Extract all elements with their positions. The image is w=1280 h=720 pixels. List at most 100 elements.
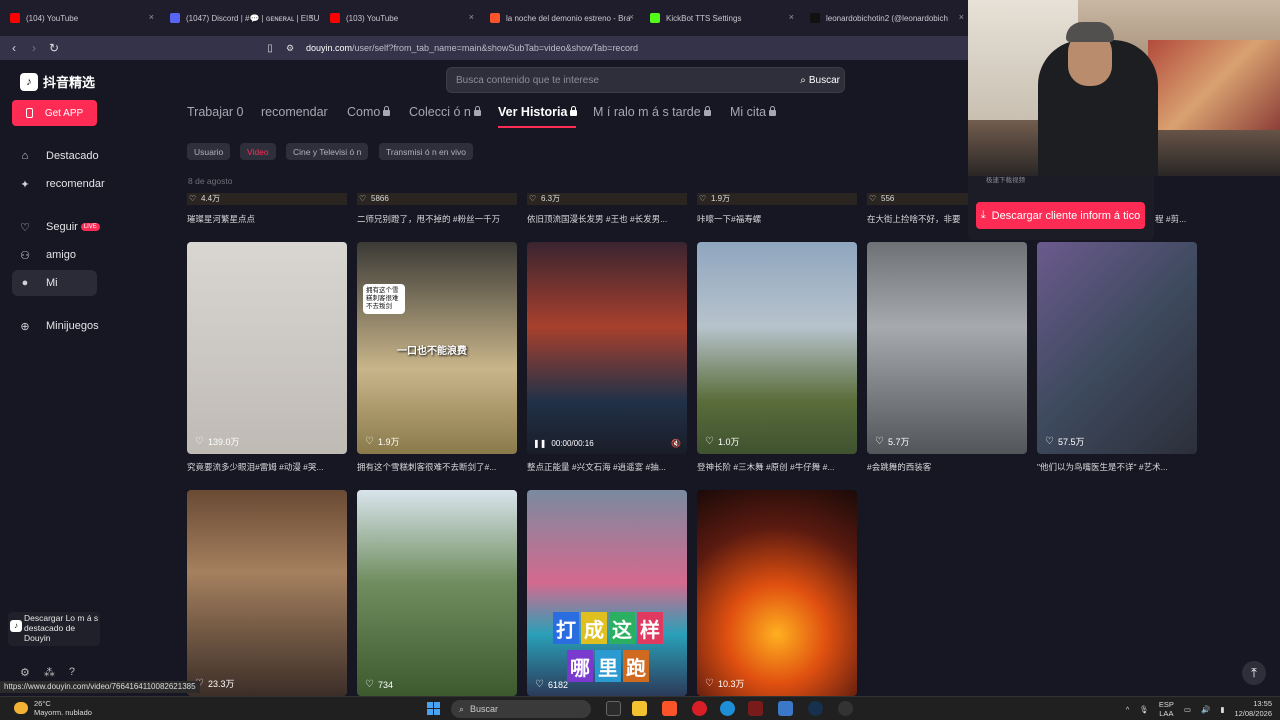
- video-caption[interactable]: #会跳舞的西装客: [867, 461, 1027, 473]
- video-card[interactable]: ♡23.3万: [187, 490, 347, 696]
- browser-tab[interactable]: la noche del demonio estreno - Bra ×: [480, 0, 640, 36]
- browser-tab[interactable]: (104) YouTube ×: [0, 0, 160, 36]
- mic-icon[interactable]: 🎙: [1139, 705, 1149, 714]
- back-to-top-button[interactable]: ⤒: [1242, 661, 1266, 685]
- video-caption[interactable]: 璀璨星河繁星点点: [187, 213, 347, 225]
- download-client-button[interactable]: ⤓ Descargar cliente inform á tico: [976, 202, 1145, 229]
- help-icon[interactable]: ?: [69, 666, 75, 679]
- browser-tab[interactable]: leonardobichotin2 (@leonardobich ×: [800, 0, 970, 36]
- battery-icon[interactable]: ▮: [1220, 705, 1224, 714]
- sidebar-item-seguir[interactable]: ♡ Seguir LIVE: [18, 215, 100, 239]
- video-caption[interactable]: 二师兄别蹬了，甩不掉的 #粉丝一千万: [357, 213, 517, 225]
- tab-close-icon[interactable]: ×: [629, 12, 634, 22]
- video-card-partial[interactable]: ♡ 4.4万: [187, 193, 347, 205]
- download-promo[interactable]: ♪ Descargar Lo m á s destacado de Douyin: [8, 612, 100, 646]
- edge-icon[interactable]: [720, 701, 735, 716]
- app-icon[interactable]: [748, 701, 763, 716]
- bookmark-icon[interactable]: ▯: [260, 38, 280, 58]
- back-icon[interactable]: ‹: [4, 38, 24, 58]
- video-caption[interactable]: "他们以为鸟嘴医生是不详" #艺术...: [1037, 461, 1197, 473]
- video-card[interactable]: ♡ 1.0万: [697, 242, 857, 454]
- tab-profile[interactable]: Como: [347, 105, 391, 119]
- heart-icon: ♡: [189, 194, 197, 203]
- reload-icon[interactable]: ↻: [44, 38, 64, 58]
- video-card-partial[interactable]: ♡ 6.3万: [527, 193, 687, 205]
- tab-profile[interactable]: recomendar: [261, 105, 328, 119]
- mute-icon[interactable]: 🔇: [671, 439, 681, 448]
- video-caption[interactable]: 登神长阶 #三木舞 #原创 #牛仔舞 #...: [697, 461, 857, 473]
- tab-close-icon[interactable]: ×: [789, 12, 794, 22]
- tab-profile[interactable]: Trabajar 0: [187, 105, 244, 119]
- taskbar-clock[interactable]: 13:55 12/08/2026: [1234, 699, 1272, 719]
- browser-tab[interactable]: (1047) Discord | #💬 | ɢᴇɴᴇʀᴀʟ | EISU ×: [160, 0, 320, 36]
- sidebar-item-mi[interactable]: ● Mi: [18, 271, 58, 295]
- douyin-logo[interactable]: ♪ 抖音精选: [20, 72, 95, 91]
- video-card[interactable]: ❚❚ 00:00/00:16 🔇: [527, 242, 687, 454]
- tab-profile[interactable]: Colecci ó n: [409, 105, 481, 119]
- video-caption[interactable]: 咔嚓一下#福寿螺: [697, 213, 857, 225]
- like-count: 139.0万: [207, 437, 240, 447]
- video-card[interactable]: ♡ 734: [357, 490, 517, 696]
- video-card-partial[interactable]: ♡ 5866: [357, 193, 517, 205]
- tray-chevron-icon[interactable]: ^: [1126, 705, 1130, 714]
- video-card[interactable]: ♡ 5.7万: [867, 242, 1027, 454]
- pause-icon[interactable]: ❚❚: [533, 439, 546, 448]
- tab-profile[interactable]: Mi cita: [730, 105, 777, 119]
- video-caption[interactable]: 究竟要流多少眼泪#雷姆 #动漫 #哭...: [187, 461, 347, 473]
- sub-tab-chip[interactable]: Video: [240, 143, 276, 160]
- tab-profile[interactable]: Ver Historia: [498, 105, 578, 119]
- steam-icon[interactable]: [808, 701, 823, 716]
- video-card[interactable]: ♡ 139.0万: [187, 242, 347, 454]
- browser-tab[interactable]: (103) YouTube ×: [320, 0, 480, 36]
- settings-icon[interactable]: ⚙: [20, 666, 30, 679]
- tab-close-icon[interactable]: ×: [469, 12, 474, 22]
- sidebar-item-minijuegos[interactable]: ⊕ Minijuegos: [18, 314, 98, 338]
- sidebar-item-recomendar[interactable]: ✦ recomendar: [18, 172, 104, 196]
- file-explorer-icon[interactable]: [632, 701, 647, 716]
- taskbar-search[interactable]: ⌕ Buscar: [451, 700, 591, 718]
- url-field[interactable]: douyin.com/user/self?from_tab_name=main&…: [306, 43, 638, 53]
- video-caption[interactable]: 整点正能量 #兴文石海 #逍遥宴 #抽...: [527, 461, 687, 473]
- site-info-icon[interactable]: ⚙: [280, 38, 300, 58]
- home-icon: ⌂: [21, 150, 29, 162]
- video-card[interactable]: ♡ 57.5万: [1037, 242, 1197, 454]
- douyin-small-icon: ♪: [10, 620, 22, 632]
- opera-icon[interactable]: [692, 701, 707, 716]
- sidebar-item-destacado[interactable]: ⌂ Destacado: [18, 144, 99, 168]
- language-indicator[interactable]: ESP LAA: [1159, 700, 1174, 718]
- video-caption[interactable]: 依旧顶流国漫长发男 #王也 #长发男...: [527, 213, 687, 225]
- tab-close-icon[interactable]: ×: [149, 12, 154, 22]
- video-caption[interactable]: 程 #剪...: [1155, 213, 1200, 225]
- task-view-icon[interactable]: [606, 701, 621, 716]
- volume-icon[interactable]: 🔊: [1201, 705, 1210, 714]
- video-sticker-text: 拥有这个雪糕刺客很难不去叛剑: [363, 284, 405, 314]
- obs-icon[interactable]: [838, 701, 853, 716]
- browser-tab[interactable]: KickBot TTS Settings ×: [640, 0, 800, 36]
- video-card[interactable]: 拥有这个雪糕刺客很难不去叛剑 一口也不能浪费 ♡ 1.9万: [357, 242, 517, 454]
- tab-close-icon[interactable]: ×: [309, 12, 314, 22]
- video-card[interactable]: ♡ 10.3万: [697, 490, 857, 696]
- sub-tab-chip[interactable]: Cine y Televisi ó n: [286, 143, 369, 160]
- tab-close-icon[interactable]: ×: [959, 12, 964, 22]
- sub-tab-chip[interactable]: Transmisi ó n en vivo: [379, 143, 473, 160]
- phone-icon: [25, 108, 33, 118]
- apps-icon[interactable]: ⁂: [44, 666, 55, 679]
- tab-label: Ver Historia: [498, 105, 568, 119]
- tab-profile[interactable]: M í ralo m á s tarde: [593, 105, 711, 119]
- like-count: 23.3万: [207, 679, 235, 689]
- network-icon[interactable]: ▭: [1184, 705, 1191, 714]
- store-icon[interactable]: [778, 701, 793, 716]
- windows-start-icon[interactable]: [427, 702, 440, 715]
- video-card-partial[interactable]: ♡ 1.9万: [697, 193, 857, 205]
- brave-icon[interactable]: [662, 701, 677, 716]
- sidebar-item-amigo[interactable]: ⚇ amigo: [18, 243, 76, 267]
- forward-icon[interactable]: ›: [24, 38, 44, 58]
- video-card[interactable]: 打成这样哪里跑 ♡ 6182: [527, 490, 687, 696]
- weather-widget[interactable]: 26°C Mayorm. nublado: [14, 699, 92, 717]
- like-count-row: ♡ 5.7万: [875, 435, 909, 448]
- search-input[interactable]: [447, 68, 787, 92]
- search-button[interactable]: ⌕ Buscar: [798, 70, 842, 90]
- sub-tab-chip[interactable]: Usuario: [187, 143, 231, 160]
- video-caption[interactable]: 拥有这个雪糕刺客很难不去断剑了#...: [357, 461, 517, 473]
- get-app-button[interactable]: Get APP: [12, 100, 97, 126]
